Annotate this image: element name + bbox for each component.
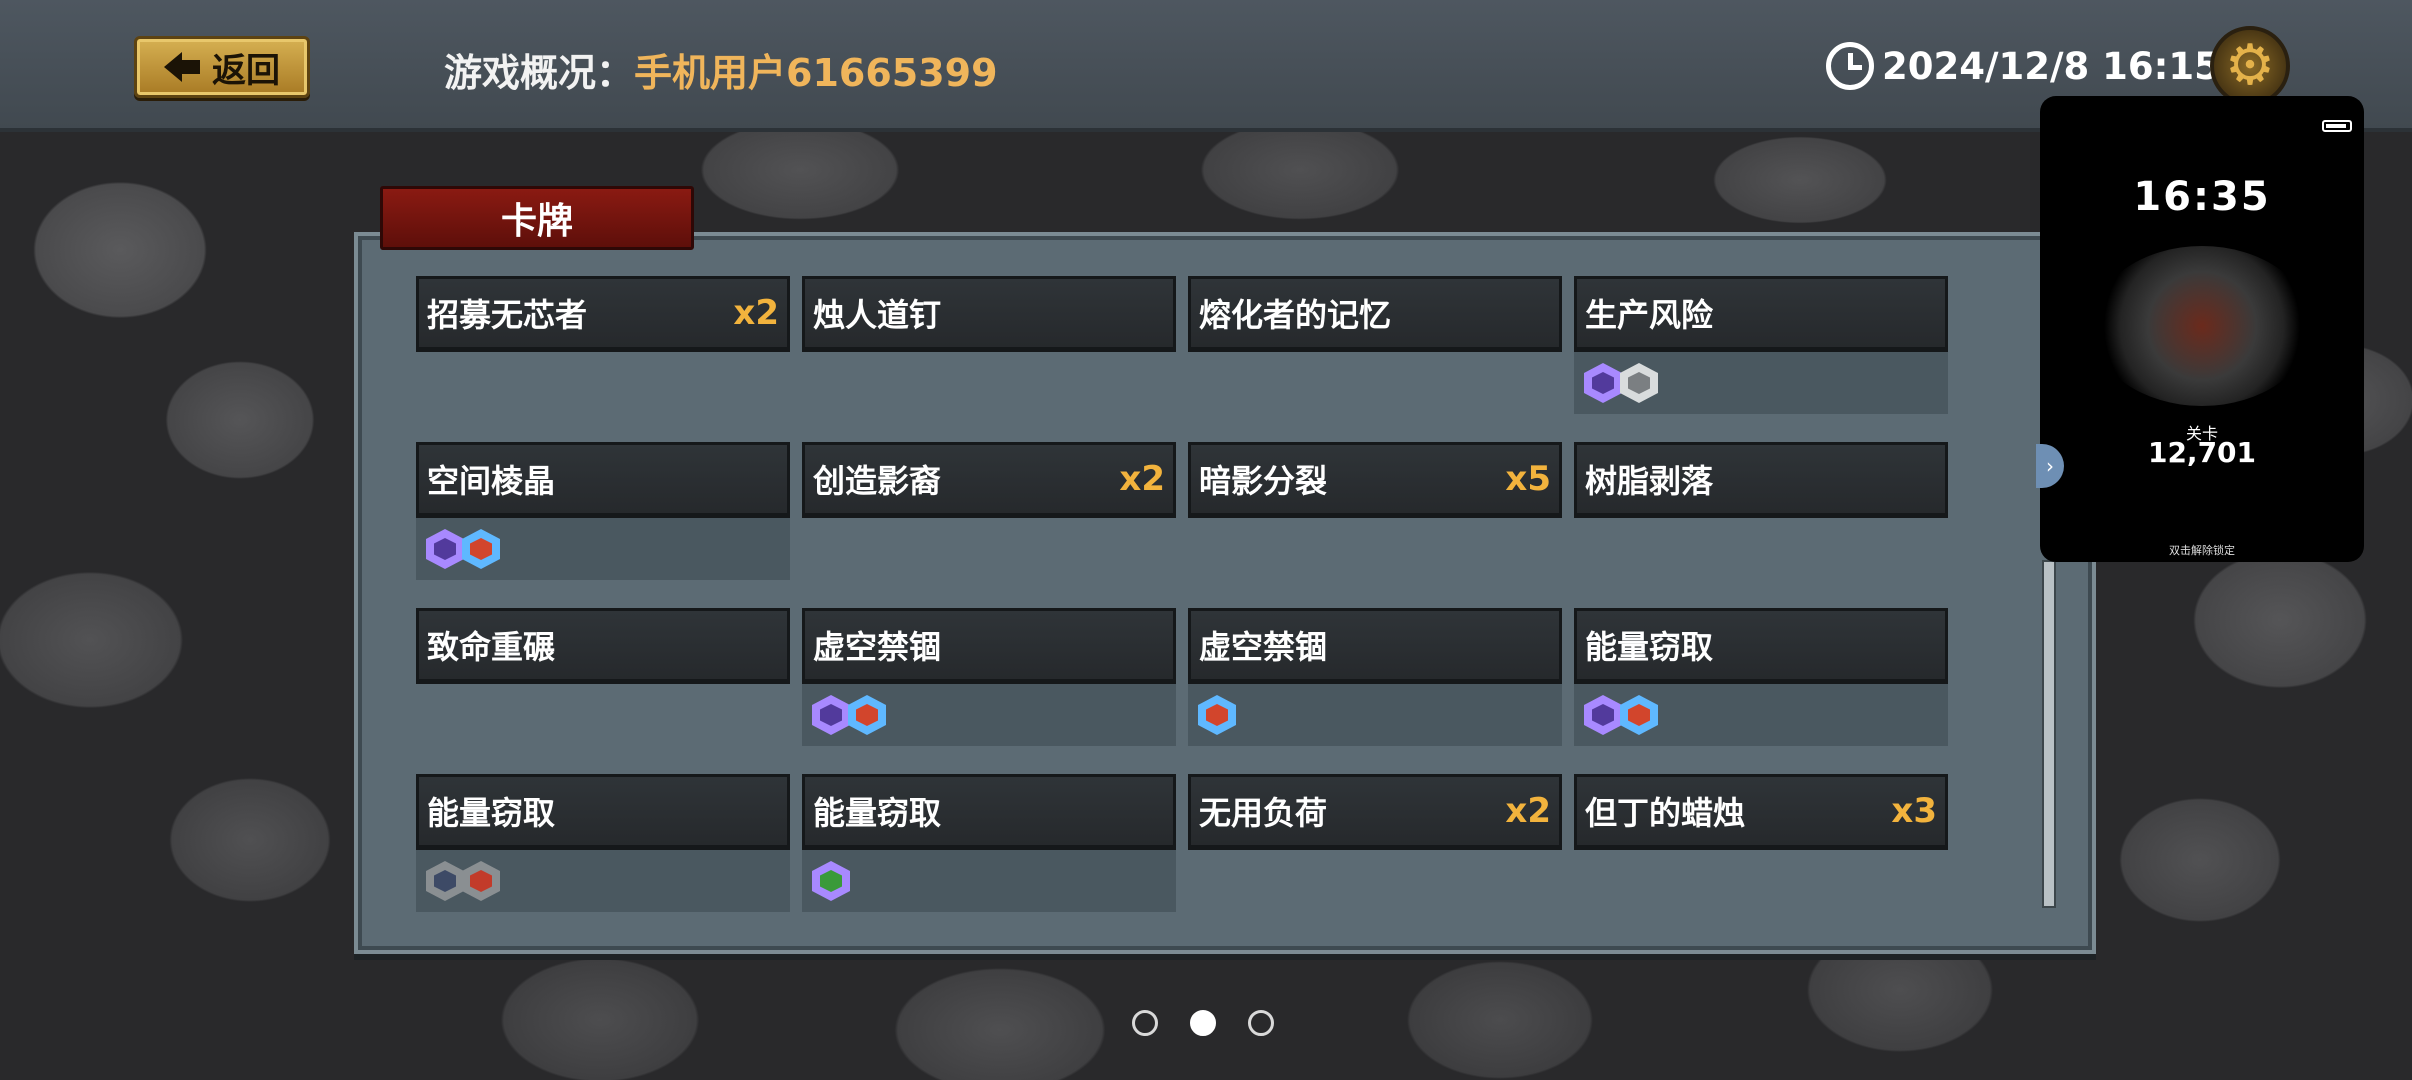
- card-item[interactable]: 能量窃取: [416, 774, 790, 850]
- purple-hex-icon: [1584, 695, 1622, 735]
- gray-hex-icon: [426, 861, 464, 901]
- card-count: x3: [1891, 791, 1937, 831]
- card-cell[interactable]: 空间棱晶: [416, 442, 790, 580]
- datetime-text: 2024/12/8 16:15: [1882, 44, 2220, 88]
- chevron-right-icon: ›: [2046, 454, 2054, 478]
- card-name: 无用负荷: [1199, 794, 1328, 832]
- arrow-left-icon: [164, 52, 200, 82]
- card-item[interactable]: 熔化者的记忆: [1188, 276, 1562, 352]
- green-hex-icon: [812, 861, 850, 901]
- card-name: 虚空禁锢: [813, 628, 942, 666]
- blue-hex-icon: [1620, 695, 1658, 735]
- card-tag-icons: [416, 518, 790, 580]
- card-cell[interactable]: 无用负荷 x2: [1188, 774, 1562, 850]
- white-hex-icon: [1620, 363, 1658, 403]
- card-cell[interactable]: 能量窃取: [416, 774, 790, 912]
- purple-hex-icon: [1584, 363, 1622, 403]
- battery-icon: [2322, 120, 2352, 132]
- card-tag-icons: [1188, 684, 1562, 746]
- page-indicator: [1132, 1010, 1274, 1036]
- card-cell[interactable]: 致命重碾: [416, 608, 790, 684]
- card-item[interactable]: 能量窃取: [1574, 608, 1948, 684]
- card-cell[interactable]: 虚空禁锢: [1188, 608, 1562, 746]
- card-name: 招募无芯者: [427, 296, 588, 334]
- card-item[interactable]: 烛人道钉: [802, 276, 1176, 352]
- card-item[interactable]: 招募无芯者 x2: [416, 276, 790, 352]
- overlay-time: 16:35: [2133, 174, 2271, 220]
- overlay-footer: 双击解除锁定: [2169, 544, 2235, 557]
- red-hex-icon: [462, 861, 500, 901]
- card-name: 致命重碾: [427, 628, 556, 666]
- card-cell[interactable]: 树脂剥落: [1574, 442, 1948, 518]
- card-count: x5: [1505, 459, 1551, 499]
- settings-button[interactable]: ⚙: [2210, 26, 2290, 106]
- card-tag-icons: [416, 850, 790, 912]
- card-item[interactable]: 虚空禁锢: [802, 608, 1176, 684]
- card-item[interactable]: 无用负荷 x2: [1188, 774, 1562, 850]
- blue-hex-icon: [1198, 695, 1236, 735]
- card-item[interactable]: 虚空禁锢: [1188, 608, 1562, 684]
- scrollbar[interactable]: [2042, 560, 2056, 908]
- page-title: 游戏概况：手机用户61665399: [444, 42, 998, 97]
- card-count: x2: [1505, 791, 1551, 831]
- card-item[interactable]: 树脂剥落: [1574, 442, 1948, 518]
- card-name: 树脂剥落: [1585, 462, 1714, 500]
- game-emblem-icon: [2092, 246, 2312, 406]
- card-tag-icons: [1574, 352, 1948, 414]
- card-name: 创造影裔: [813, 462, 942, 500]
- clock-icon: [1826, 42, 1874, 90]
- user-name: 手机用户61665399: [634, 51, 998, 95]
- tab-cards-label: 卡牌: [500, 201, 573, 242]
- card-item[interactable]: 致命重碾: [416, 608, 790, 684]
- card-name: 但丁的蜡烛: [1585, 794, 1746, 832]
- title-prefix: 游戏概况：: [444, 51, 635, 95]
- card-name: 能量窃取: [813, 794, 942, 832]
- card-name: 烛人道钉: [813, 296, 942, 334]
- card-cell[interactable]: 能量窃取: [1574, 608, 1948, 746]
- card-item[interactable]: 空间棱晶: [416, 442, 790, 518]
- tab-cards[interactable]: 卡牌: [380, 186, 694, 250]
- card-grid: 招募无芯者 x2 烛人道钉 熔化者的记忆 生产风险空间棱晶 创造影裔 x2 暗影分裂 x5 树脂剥…: [416, 276, 1950, 916]
- phone-overlay-widget[interactable]: 16:35 关卡 12,701 双击解除锁定: [2040, 96, 2364, 562]
- card-count: x2: [733, 293, 779, 333]
- card-name: 熔化者的记忆: [1199, 296, 1392, 334]
- card-tag-icons: [802, 850, 1176, 912]
- card-item[interactable]: 创造影裔 x2: [802, 442, 1176, 518]
- card-item[interactable]: 能量窃取: [802, 774, 1176, 850]
- card-name: 空间棱晶: [427, 462, 556, 500]
- card-cell[interactable]: 虚空禁锢: [802, 608, 1176, 746]
- card-cell[interactable]: 烛人道钉: [802, 276, 1176, 352]
- purple-hex-icon: [426, 529, 464, 569]
- card-tag-icons: [802, 684, 1176, 746]
- card-cell[interactable]: 招募无芯者 x2: [416, 276, 790, 352]
- card-name: 暗影分裂: [1199, 462, 1328, 500]
- page-dot[interactable]: [1132, 1010, 1158, 1036]
- gear-icon: ⚙: [2224, 33, 2276, 98]
- back-button[interactable]: 返回: [134, 36, 310, 98]
- datetime-display: 2024/12/8 16:15: [1826, 42, 2220, 90]
- card-cell[interactable]: 能量窃取: [802, 774, 1176, 912]
- card-cell[interactable]: 熔化者的记忆: [1188, 276, 1562, 352]
- card-tag-icons: [1574, 684, 1948, 746]
- card-name: 能量窃取: [427, 794, 556, 832]
- card-count: x2: [1119, 459, 1165, 499]
- card-name: 虚空禁锢: [1199, 628, 1328, 666]
- card-name: 能量窃取: [1585, 628, 1714, 666]
- page-dot[interactable]: [1190, 1010, 1216, 1036]
- card-cell[interactable]: 创造影裔 x2: [802, 442, 1176, 518]
- blue-hex-icon: [462, 529, 500, 569]
- card-item[interactable]: 暗影分裂 x5: [1188, 442, 1562, 518]
- overlay-value: 12,701: [2147, 436, 2257, 469]
- card-item[interactable]: 生产风险: [1574, 276, 1948, 352]
- back-button-label: 返回: [212, 50, 280, 91]
- card-cell[interactable]: 生产风险: [1574, 276, 1948, 414]
- blue-hex-icon: [848, 695, 886, 735]
- card-name: 生产风险: [1585, 296, 1714, 334]
- card-item[interactable]: 但丁的蜡烛 x3: [1574, 774, 1948, 850]
- page-dot[interactable]: [1248, 1010, 1274, 1036]
- purple-hex-icon: [812, 695, 850, 735]
- card-cell[interactable]: 但丁的蜡烛 x3: [1574, 774, 1948, 850]
- card-cell[interactable]: 暗影分裂 x5: [1188, 442, 1562, 518]
